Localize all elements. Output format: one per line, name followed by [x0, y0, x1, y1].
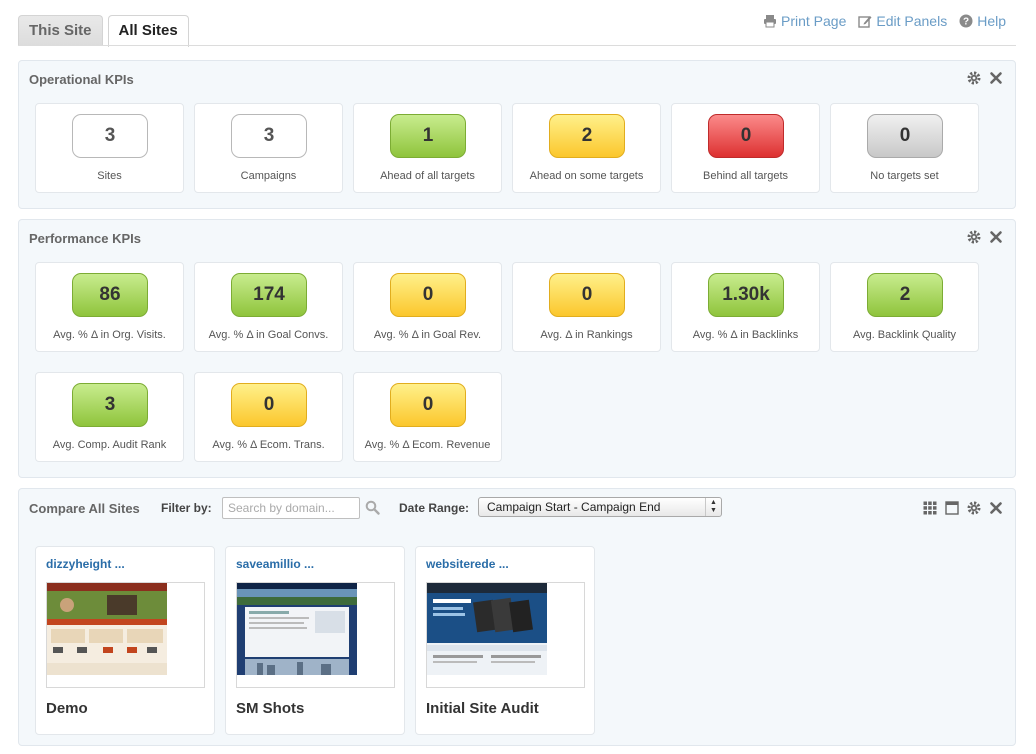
site-domain-link[interactable]: saveamillio ...: [236, 557, 314, 571]
kpi-card: 0 No targets set: [830, 103, 979, 193]
panel-tools: [923, 501, 1003, 515]
date-range-label: Date Range:: [399, 501, 470, 515]
site-card-demo[interactable]: dizzyheight ... Demo: [35, 546, 215, 735]
kpi-label: Sites: [97, 170, 122, 182]
kpi-card: 0 Avg. % Δ Ecom. Trans.: [194, 372, 343, 462]
kpi-value-badge[interactable]: 86: [72, 273, 148, 317]
kpi-card: 1 Ahead of all targets: [353, 103, 502, 193]
close-icon[interactable]: [989, 230, 1003, 244]
kpi-label: Avg. % Δ in Org. Visits.: [53, 329, 166, 341]
date-range-select[interactable]: Campaign Start - Campaign End ▲ ▼: [478, 497, 722, 517]
print-page-link[interactable]: Print Page: [763, 13, 846, 29]
kpi-card: 3 Avg. Comp. Audit Rank: [35, 372, 184, 462]
kpi-value-badge[interactable]: 1.30k: [708, 273, 784, 317]
kpi-card: 2 Ahead on some targets: [512, 103, 661, 193]
date-range-value: Campaign Start - Campaign End: [487, 500, 661, 514]
grid-view-icon[interactable]: [923, 501, 937, 515]
panel-title: Compare All Sites: [29, 501, 140, 516]
site-domain-link[interactable]: dizzyheight ...: [46, 557, 125, 571]
help-icon: ?: [959, 14, 973, 28]
select-arrows-icon: ▲ ▼: [705, 498, 721, 516]
site-thumbnail[interactable]: [426, 582, 585, 688]
performance-kpis-panel: Performance KPIs 86 Avg. % Δ in Org. Visi…: [18, 219, 1016, 478]
kpi-value-badge[interactable]: 0: [390, 273, 466, 317]
tab-this-site[interactable]: This Site: [18, 15, 103, 46]
site-thumbnail[interactable]: [46, 582, 205, 688]
kpi-label: Avg. Comp. Audit Rank: [52, 439, 167, 451]
panel-tools: [967, 230, 1003, 244]
site-name: Initial Site Audit: [426, 700, 539, 717]
edit-panels-label: Edit Panels: [876, 13, 948, 29]
kpi-value-badge[interactable]: 0: [549, 273, 625, 317]
kpi-label: Avg. Δ in Rankings: [540, 329, 633, 341]
close-icon[interactable]: [989, 501, 1003, 515]
print-page-label: Print Page: [781, 13, 847, 29]
kpi-value-badge[interactable]: 3: [72, 114, 148, 158]
site-screenshot-image: [237, 583, 357, 675]
top-links: Print Page Edit Panels ? Help: [763, 13, 1006, 29]
search-icon[interactable]: [365, 500, 380, 515]
kpi-label: Avg. % Δ in Backlinks: [692, 329, 799, 341]
kpi-card: 3 Sites: [35, 103, 184, 193]
kpi-label: Avg. % Δ in Goal Convs.: [208, 329, 329, 341]
tab-all-sites[interactable]: All Sites: [107, 15, 189, 47]
site-domain-link[interactable]: websiterede ...: [426, 557, 509, 571]
kpi-card: 3 Campaigns: [194, 103, 343, 193]
kpi-label: Avg. % Δ in Goal Rev.: [373, 329, 482, 341]
compare-all-sites-panel: Compare All Sites Filter by: Date Range:…: [18, 488, 1016, 746]
panel-tools: [967, 71, 1003, 85]
kpi-label: Avg. % Δ Ecom. Trans.: [212, 439, 325, 451]
kpi-card: 0 Avg. % Δ in Goal Rev.: [353, 262, 502, 352]
site-card-initial-site-audit[interactable]: websiterede ... Initial Site Audit: [415, 546, 595, 735]
kpi-value-badge[interactable]: 0: [231, 383, 307, 427]
gear-icon[interactable]: [967, 71, 981, 85]
site-name: SM Shots: [236, 700, 305, 717]
kpi-label: No targets set: [870, 170, 939, 182]
search-by-domain-input[interactable]: [222, 497, 360, 519]
svg-text:?: ?: [963, 17, 969, 28]
edit-panels-link[interactable]: Edit Panels: [858, 13, 947, 29]
kpi-value-badge[interactable]: 1: [390, 114, 466, 158]
kpi-card: 1.30k Avg. % Δ in Backlinks: [671, 262, 820, 352]
tab-divider: [18, 45, 1016, 46]
panel-title: Performance KPIs: [29, 231, 141, 246]
gear-icon[interactable]: [967, 230, 981, 244]
kpi-card: 0 Avg. % Δ Ecom. Revenue: [353, 372, 502, 462]
window-view-icon[interactable]: [945, 501, 959, 515]
kpi-label: Avg. % Δ Ecom. Revenue: [364, 439, 491, 451]
kpi-value-badge[interactable]: 3: [231, 114, 307, 158]
kpi-card: 0 Behind all targets: [671, 103, 820, 193]
kpi-card: 86 Avg. % Δ in Org. Visits.: [35, 262, 184, 352]
site-card-sm-shots[interactable]: saveamillio ... SM Shots: [225, 546, 405, 735]
panel-title: Operational KPIs: [29, 72, 134, 87]
kpi-label: Ahead of all targets: [380, 170, 475, 182]
kpi-value-badge[interactable]: 0: [867, 114, 943, 158]
help-label: Help: [977, 13, 1006, 29]
kpi-card: 2 Avg. Backlink Quality: [830, 262, 979, 352]
site-screenshot-image: [47, 583, 167, 675]
kpi-label: Behind all targets: [703, 170, 788, 182]
kpi-value-badge[interactable]: 2: [549, 114, 625, 158]
gear-icon[interactable]: [967, 501, 981, 515]
kpi-label: Avg. Backlink Quality: [852, 329, 957, 341]
edit-icon: [858, 16, 872, 28]
operational-kpis-panel: Operational KPIs 3 Sites 3 Campaigns 1 Ahead …: [18, 60, 1016, 209]
kpi-label: Campaigns: [240, 170, 297, 182]
close-icon[interactable]: [989, 71, 1003, 85]
filter-label: Filter by:: [161, 501, 212, 515]
site-scope-tabs: This Site All Sites: [18, 15, 194, 47]
kpi-card: 0 Avg. Δ in Rankings: [512, 262, 661, 352]
help-link[interactable]: ? Help: [959, 13, 1006, 29]
printer-icon: [764, 15, 776, 28]
kpi-value-badge[interactable]: 0: [390, 383, 466, 427]
kpi-value-badge[interactable]: 174: [231, 273, 307, 317]
kpi-card: 174 Avg. % Δ in Goal Convs.: [194, 262, 343, 352]
kpi-label: Ahead on some targets: [529, 170, 644, 182]
kpi-value-badge[interactable]: 3: [72, 383, 148, 427]
kpi-value-badge[interactable]: 0: [708, 114, 784, 158]
kpi-value-badge[interactable]: 2: [867, 273, 943, 317]
site-name: Demo: [46, 700, 88, 717]
site-screenshot-image: [427, 583, 547, 675]
site-thumbnail[interactable]: [236, 582, 395, 688]
